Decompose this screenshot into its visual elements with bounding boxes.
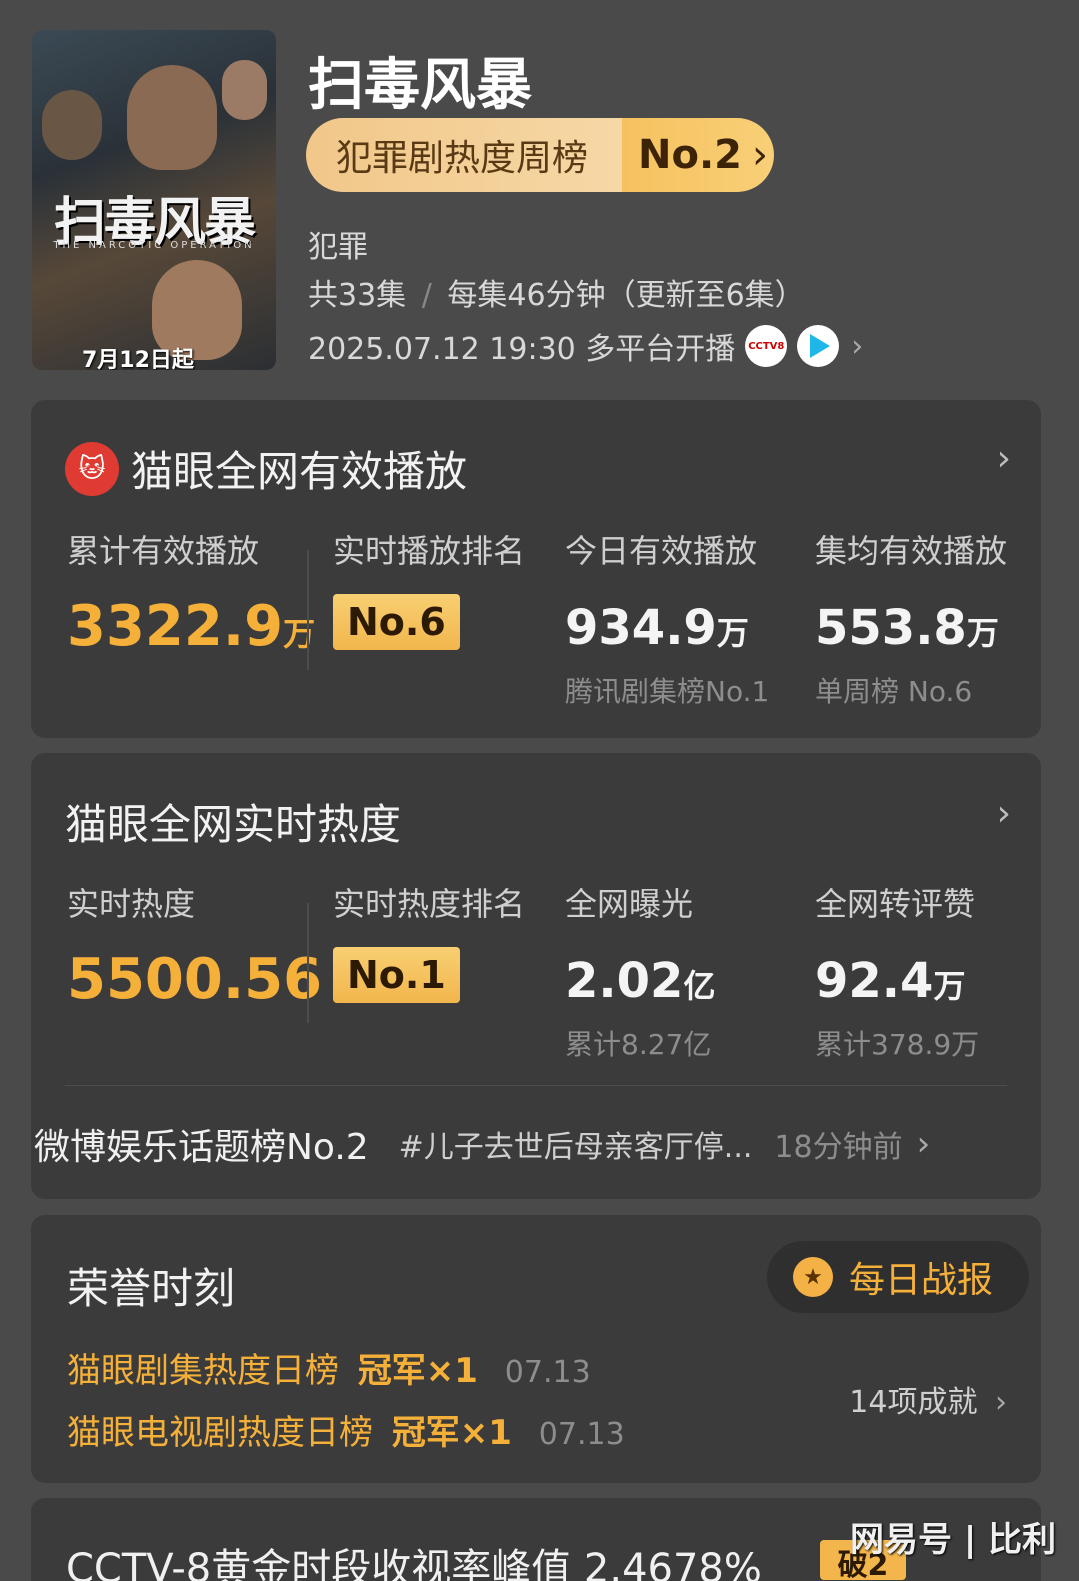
stat-sub: 累计8.27亿 (565, 1028, 712, 1061)
rank-value: No.2 (638, 132, 742, 178)
stat-exposure: 全网曝光 2.02亿 累计8.27亿 (565, 879, 715, 1063)
stat-value: 5500.56 (67, 947, 323, 1012)
rank-badge: No.1 (333, 947, 460, 1003)
stat-realtime-rank: 实时播放排名 No.6 (333, 526, 525, 650)
stat-label: 实时热度 (67, 885, 196, 923)
daily-report-button[interactable]: ★ 每日战报 (767, 1241, 1029, 1313)
medal-icon: ★ (793, 1257, 833, 1297)
achievements-count: 14项成就 (849, 1385, 978, 1420)
maoyan-cat-icon: 🐱 (65, 441, 119, 496)
poster-subtitle: THE NARCOTIC OPERATION (53, 240, 255, 251)
honor-item: 猫眼剧集热度日榜 冠军×1 07.13 (67, 1343, 591, 1392)
honor-card: 荣誉时刻 ★ 每日战报 猫眼剧集热度日榜 冠军×1 07.13 猫眼电视剧热度日… (31, 1215, 1041, 1483)
stat-avg-playback: 集均有效播放 553.8万 单周榜 No.6 (815, 526, 1007, 710)
stat-total-playback: 累计有效播放 3322.9万 (67, 526, 315, 659)
honor-date: 07.13 (504, 1355, 591, 1390)
tencent-video-logo-icon (797, 325, 840, 367)
stat-today-playback: 今日有效播放 934.9万 腾讯剧集榜No.1 (565, 526, 769, 710)
honor-date: 07.13 (538, 1417, 625, 1452)
heat-header[interactable]: 猫眼全网实时热度 (65, 791, 401, 852)
stat-label: 全网曝光 (565, 885, 694, 923)
honor-count: 冠军×1 (391, 1413, 512, 1453)
stat-heat-rank: 实时热度排名 No.1 (333, 879, 525, 1003)
poster-figure (222, 60, 267, 120)
rank-label: 犯罪剧热度周榜 (306, 118, 622, 192)
poster-figure (42, 90, 102, 160)
stat-sub: 单周榜 No.6 (815, 675, 973, 708)
rank-value-wrap: No.2 › (622, 118, 774, 192)
playback-header[interactable]: 🐱 猫眼全网有效播放 (65, 438, 467, 499)
separator: / (421, 278, 432, 313)
playback-title: 猫眼全网有效播放 (131, 447, 468, 496)
weibo-topic: #儿子去世后母亲客厅停... (398, 1130, 753, 1165)
chevron-right-icon[interactable]: › (997, 793, 1011, 834)
honor-name: 猫眼剧集热度日榜 (67, 1351, 339, 1391)
honor-count: 冠军×1 (357, 1351, 478, 1391)
honor-name: 猫眼电视剧热度日榜 (67, 1413, 373, 1453)
chevron-right-icon: › (995, 1385, 1007, 1420)
weibo-rank-title: 微博娱乐话题榜No.2 (34, 1127, 369, 1168)
episode-duration: 每集46分钟（更新至6集） (447, 278, 805, 313)
cctv8-logo-icon: CCTV8 (745, 325, 788, 367)
stat-value: 553.8万 (815, 600, 999, 656)
stat-label: 累计有效播放 (67, 532, 260, 570)
stat-realtime-heat: 实时热度 5500.56 (67, 879, 322, 1012)
stat-label: 全网转评赞 (815, 885, 976, 923)
genre-text: 犯罪 (308, 230, 368, 265)
premiere-text: 2025.07.12 19:30 多平台开播 (308, 332, 736, 367)
chevron-right-icon: › (916, 1124, 931, 1164)
achievements-link[interactable]: 14项成就 › (849, 1377, 1007, 1421)
daily-report-label: 每日战报 (849, 1260, 994, 1301)
stat-value: 2.02亿 (565, 953, 716, 1009)
stat-label: 今日有效播放 (565, 532, 758, 570)
chevron-right-icon: › (851, 328, 864, 364)
honor-title: 荣誉时刻 (67, 1264, 236, 1313)
stat-sub: 腾讯剧集榜No.1 (565, 675, 770, 708)
divider (307, 550, 309, 670)
episode-meta: 共33集 / 每集46分钟（更新至6集） (308, 270, 805, 314)
stat-label: 实时热度排名 (333, 885, 526, 923)
stat-label: 实时播放排名 (333, 532, 526, 570)
poster-image[interactable]: 扫毒风暴 THE NARCOTIC OPERATION 7月12日起 (32, 30, 276, 370)
weibo-topic-row[interactable]: 微博娱乐话题榜No.2 #儿子去世后母亲客厅停... 18分钟前 › (34, 1118, 1004, 1170)
stat-value: 3322.9万 (67, 594, 316, 659)
poster-date: 7月12日起 (82, 348, 194, 370)
rank-badge: No.6 (333, 594, 460, 650)
stat-value: 92.4万 (815, 953, 966, 1009)
stat-value: 934.9万 (565, 600, 749, 656)
stat-sub: 累计378.9万 (815, 1028, 980, 1061)
chevron-right-icon[interactable]: › (997, 438, 1011, 479)
watermark: 网易号 | 比利 (850, 1520, 1057, 1560)
premiere-row[interactable]: 2025.07.12 19:30 多平台开播 CCTV8 › (308, 324, 863, 368)
stat-interactions: 全网转评赞 92.4万 累计378.9万 (815, 879, 979, 1063)
weibo-time: 18分钟前 (774, 1130, 903, 1165)
honor-item: 猫眼电视剧热度日榜 冠军×1 07.13 (67, 1405, 625, 1454)
divider (307, 903, 309, 1023)
show-title: 扫毒风暴 (308, 53, 532, 118)
show-header: 扫毒风暴 THE NARCOTIC OPERATION 7月12日起 扫毒风暴 … (0, 0, 1079, 390)
chevron-right-icon: › (751, 132, 768, 178)
divider (65, 1085, 1007, 1086)
heat-title: 猫眼全网实时热度 (65, 800, 402, 849)
episode-count: 共33集 (308, 278, 407, 313)
weekly-rank-pill[interactable]: 犯罪剧热度周榜 No.2 › (306, 118, 774, 192)
playback-card: 🐱 猫眼全网有效播放 › 累计有效播放 3322.9万 实时播放排名 No.6 … (31, 400, 1041, 738)
ratings-peak-text: CCTV-8黄金时段收视率峰值 2.4678% (66, 1546, 762, 1581)
stat-label: 集均有效播放 (815, 532, 1008, 570)
poster-figure (127, 65, 217, 170)
